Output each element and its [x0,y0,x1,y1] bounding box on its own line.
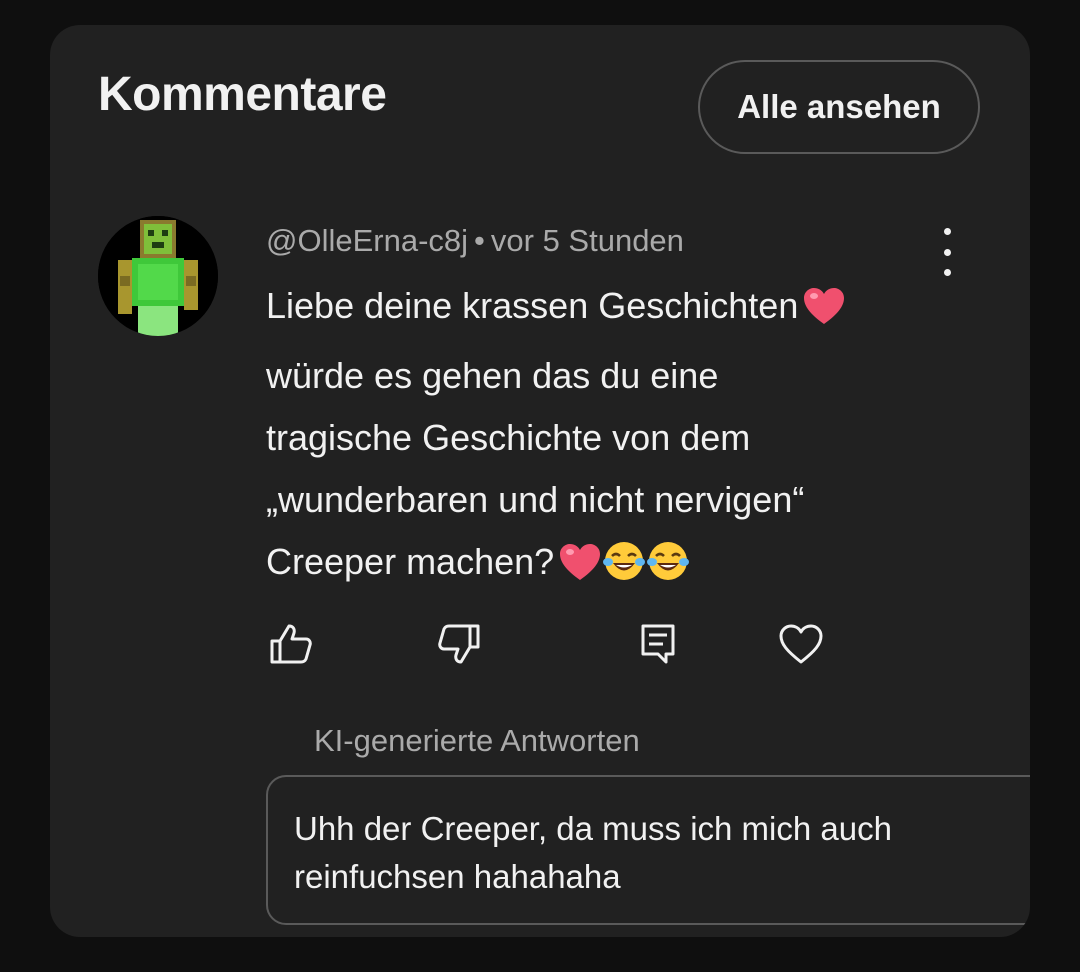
ai-replies-label: KI-generierte Antworten [314,723,640,758]
comment-line: „wunderbaren und nicht nervigen“ [266,479,805,520]
comment-meta: @OlleErna-c8j • vor 5 Stunden [266,221,684,261]
comment-line: Liebe deine krassen Geschichten [266,275,966,345]
reply-icon [641,624,675,664]
dislike-button[interactable] [434,619,484,669]
comment-timestamp: vor 5 Stunden [490,223,684,258]
heart-emoji [802,283,846,345]
ai-reply-line: reinfuchsen hahahaha [294,858,621,895]
section-title: Kommentare [98,68,387,121]
view-all-button[interactable]: Alle ansehen [698,60,980,154]
dot [943,228,951,235]
avatar-image [98,216,218,336]
like-button[interactable] [266,619,316,669]
comments-panel: Kommentare Alle ansehen @OlleErna-c8j • vo… [50,25,1030,937]
avatar[interactable] [98,216,218,336]
thumbs-up-icon [270,624,312,664]
tears-of-joy-emoji [602,539,646,601]
ai-reply-suggestion[interactable]: Uhh der Creeper, da muss ich mich auch r… [266,775,1030,925]
heart-icon [779,624,823,664]
thumbs-down-icon [438,624,480,664]
comment-line: Creeper machen? [266,531,966,601]
dot [943,248,951,256]
comment-line: würde es gehen das du eine [266,355,719,396]
comment-line: tragische Geschichte von dem [266,417,751,458]
meta-separator: • [474,223,485,258]
reply-button[interactable] [633,619,683,669]
comment-author[interactable]: @OlleErna-c8j [266,223,468,258]
heart-emoji [558,539,602,601]
comment-actions [266,619,823,669]
ai-reply-line: Uhh der Creeper, da muss ich mich auch [294,810,892,847]
tears-of-joy-emoji [646,539,690,601]
more-options-button[interactable] [932,228,962,276]
heart-button[interactable] [776,619,826,669]
ai-reply-text: Uhh der Creeper, da muss ich mich auch r… [294,805,994,901]
comment-text: Liebe deine krassen Geschichten würde es… [266,275,966,601]
